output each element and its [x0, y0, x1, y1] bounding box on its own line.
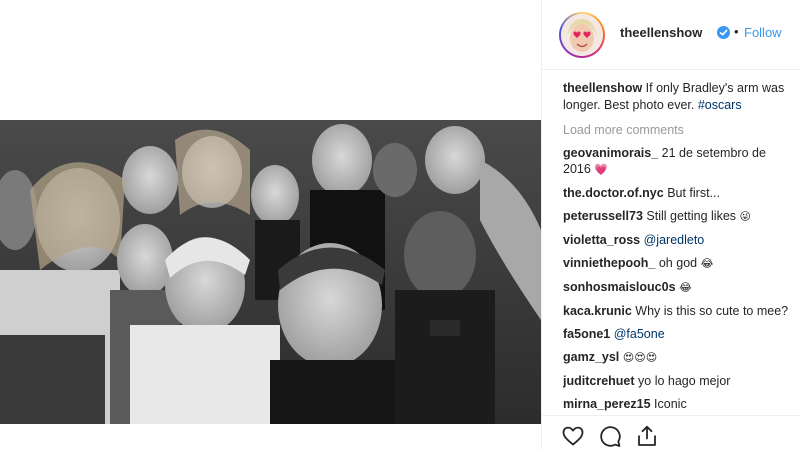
comment-item: kaca.krunic Why is this so cute to mee? — [563, 303, 795, 319]
comment-username[interactable]: violetta_ross — [563, 233, 640, 247]
comment-username[interactable]: gamz_ysl — [563, 350, 619, 364]
post-caption: theellenshow If only Bradley's arm was l… — [563, 80, 795, 114]
verified-badge-icon — [717, 26, 730, 39]
header-separator: • — [734, 24, 739, 39]
comment-text: yo lo hago mejor — [638, 374, 731, 388]
caption-username[interactable]: theellenshow — [563, 81, 642, 95]
comment-emoji: 😜 — [739, 210, 751, 223]
comment-emoji: 😂 — [700, 257, 714, 270]
comment-emoji: 😍😍😍 — [622, 351, 658, 364]
comment-emoji: 😂 — [679, 281, 692, 294]
post-media-area — [0, 0, 541, 450]
comment-item: the.doctor.of.nyc But first... — [563, 185, 795, 201]
header-username[interactable]: theellenshow — [620, 25, 702, 40]
comment-container: geovanimorais_ 21 de setembro de 2016 💗 t… — [563, 145, 795, 415]
load-more-comments-button[interactable]: Load more comments — [563, 122, 795, 138]
comment-item: juditcrehuet yo lo hago mejor — [563, 373, 795, 389]
comment-mention[interactable]: @fa5one — [614, 327, 665, 341]
avatar-story-ring[interactable] — [559, 12, 605, 58]
comment-username[interactable]: sonhosmaislouc0s — [563, 280, 676, 294]
comment-item: mirna_perez15 Iconic — [563, 396, 795, 412]
comment-item: geovanimorais_ 21 de setembro de 2016 💗 — [563, 145, 795, 178]
comment-item: fa5one1 @fa5one — [563, 326, 795, 342]
avatar[interactable] — [561, 14, 603, 56]
comment-text: Still getting likes — [646, 209, 737, 223]
follow-button[interactable]: Follow — [744, 25, 782, 40]
comment-emoji: 💗 — [594, 163, 608, 176]
comment-username[interactable]: mirna_perez15 — [563, 397, 651, 411]
comment-text: oh god — [658, 256, 698, 270]
comment-text: Iconic — [654, 397, 687, 411]
comment-username[interactable]: juditcrehuet — [563, 374, 635, 388]
post-photo[interactable] — [0, 120, 541, 424]
comment-item: peterussell73 Still getting likes 😜 — [563, 208, 795, 225]
heart-icon[interactable] — [561, 424, 585, 448]
comment-item: vinniethepooh_ oh god 😂 — [563, 255, 795, 272]
comment-text: Why is this so cute to mee? — [635, 304, 789, 318]
comment-item: gamz_ysl 😍😍😍 — [563, 349, 795, 366]
comment-username[interactable]: geovanimorais_ — [563, 146, 658, 160]
actions-divider — [542, 415, 800, 416]
comment-item: violetta_ross @jaredleto — [563, 232, 795, 248]
comment-bubble-icon[interactable] — [598, 424, 622, 448]
comment-username[interactable]: fa5one1 — [563, 327, 610, 341]
caption-hashtag[interactable]: #oscars — [698, 98, 742, 112]
comment-username[interactable]: kaca.krunic — [563, 304, 632, 318]
comment-text: But first... — [667, 186, 720, 200]
post-header: theellenshow • Follow — [542, 0, 800, 70]
comment-username[interactable]: vinniethepooh_ — [563, 256, 655, 270]
comment-username[interactable]: the.doctor.of.nyc — [563, 186, 664, 200]
comment-mention[interactable]: @jaredleto — [644, 233, 705, 247]
comment-item: sonhosmaislouc0s 😂 — [563, 279, 795, 296]
post-side-panel: theellenshow • Follow theellenshow If on… — [542, 0, 800, 450]
comment-username[interactable]: peterussell73 — [563, 209, 643, 223]
comments-list[interactable]: theellenshow If only Bradley's arm was l… — [563, 80, 795, 415]
share-icon[interactable] — [635, 424, 659, 448]
